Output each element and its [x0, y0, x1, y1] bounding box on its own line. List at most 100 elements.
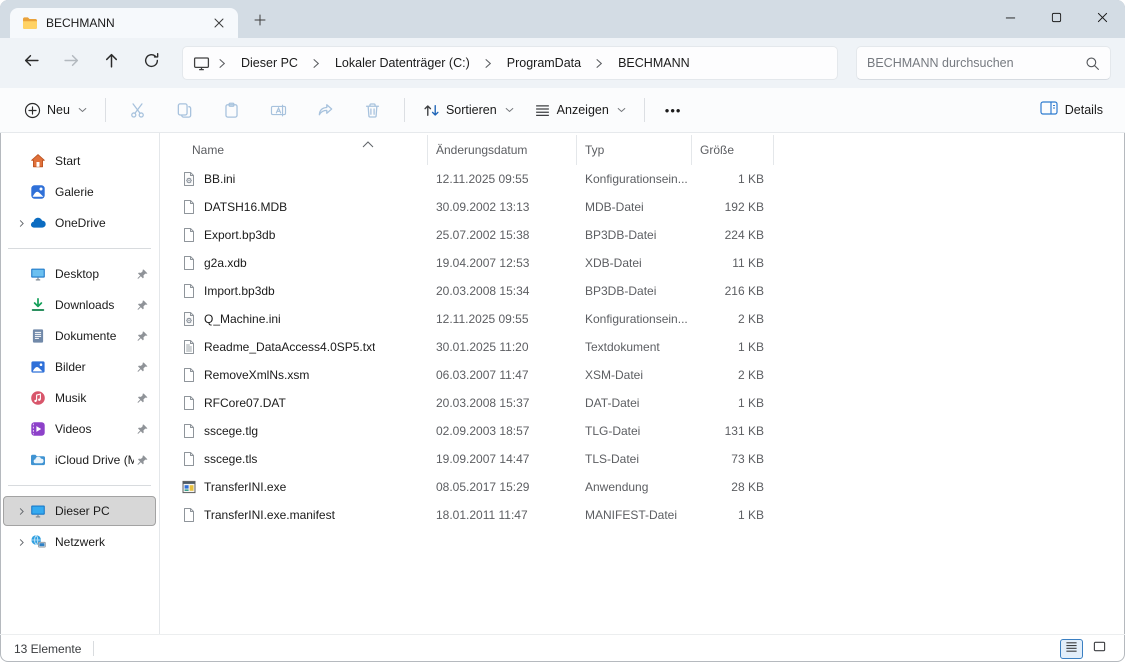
file-date: 19.04.2007 12:53: [428, 256, 577, 270]
column-header-date[interactable]: Änderungsdatum: [428, 135, 577, 165]
table-row[interactable]: sscege.tlg02.09.2003 18:57TLG-Datei131 K…: [176, 417, 1125, 445]
details-pane-button[interactable]: Details: [1032, 95, 1111, 126]
sidebar-item-musik[interactable]: Musik: [3, 383, 156, 413]
maximize-icon: [1051, 10, 1062, 28]
folder-icon: [22, 15, 38, 31]
exe-file-icon: [181, 479, 197, 495]
table-row[interactable]: Readme_DataAccess4.0SP5.txt30.01.2025 11…: [176, 333, 1125, 361]
close-button[interactable]: [1079, 0, 1125, 38]
breadcrumb-chevron-icon[interactable]: [484, 58, 493, 69]
table-row[interactable]: TransferINI.exe.manifest18.01.2011 11:47…: [176, 501, 1125, 529]
table-row[interactable]: RemoveXmlNs.xsm06.03.2007 11:47XSM-Datei…: [176, 361, 1125, 389]
details-label: Details: [1065, 103, 1103, 117]
file-type: Anwendung: [577, 480, 692, 494]
table-row[interactable]: sscege.tls19.09.2007 14:47TLS-Datei73 KB: [176, 445, 1125, 473]
sidebar-item-desktop[interactable]: Desktop: [3, 259, 156, 289]
sidebar-item-galerie[interactable]: Galerie: [3, 177, 156, 207]
icons-view-toggle[interactable]: [1088, 639, 1111, 659]
breadcrumb-segment[interactable]: ProgramData: [499, 52, 589, 74]
share-icon[interactable]: [317, 102, 334, 119]
search-input[interactable]: [867, 56, 1085, 70]
table-row[interactable]: Import.bp3db20.03.2008 15:34BP3DB-Datei2…: [176, 277, 1125, 305]
file-size: 11 KB: [692, 256, 774, 270]
new-label: Neu: [47, 103, 70, 117]
column-label: Größe: [700, 143, 734, 157]
new-tab-button[interactable]: [246, 8, 274, 36]
sidebar-item-videos[interactable]: Videos: [3, 414, 156, 444]
sidebar-item-label: Galerie: [55, 185, 155, 199]
new-button[interactable]: Neu: [14, 96, 97, 125]
table-row[interactable]: Export.bp3db25.07.2002 15:38BP3DB-Datei2…: [176, 221, 1125, 249]
downloads-icon: [30, 297, 46, 313]
file-file-icon: [181, 227, 197, 243]
table-row[interactable]: DATSH16.MDB30.09.2002 13:13MDB-Datei192 …: [176, 193, 1125, 221]
back-button[interactable]: [14, 47, 48, 79]
address-bar[interactable]: Dieser PC Lokaler Datenträger (C:) Program…: [182, 46, 838, 80]
up-icon: [103, 52, 120, 74]
table-row[interactable]: BB.ini12.11.2025 09:55Konfigurationsein.…: [176, 165, 1125, 193]
copy-icon[interactable]: [176, 102, 193, 119]
rename-icon[interactable]: [270, 102, 287, 119]
sidebar-item-icloud-drive-mi[interactable]: iCloud Drive (Mi: [3, 445, 156, 475]
title-bar: BECHMANN: [0, 0, 1125, 38]
breadcrumb-chevron-icon[interactable]: [312, 58, 321, 69]
breadcrumb: Dieser PC Lokaler Datenträger (C:) Program…: [212, 52, 698, 74]
documents-icon: [30, 328, 46, 344]
file-type: DAT-Datei: [577, 396, 692, 410]
expand-chevron-icon[interactable]: [4, 507, 30, 516]
chevron-down-icon: [78, 107, 87, 113]
breadcrumb-chevron-icon[interactable]: [595, 58, 604, 69]
sidebar-item-onedrive[interactable]: OneDrive: [3, 208, 156, 238]
file-file-icon: [181, 199, 197, 215]
sidebar-item-dieser-pc[interactable]: Dieser PC: [3, 496, 156, 526]
up-button[interactable]: [94, 47, 128, 79]
breadcrumb-chevron-icon[interactable]: [218, 58, 227, 69]
table-row[interactable]: RFCore07.DAT20.03.2008 15:37DAT-Datei1 K…: [176, 389, 1125, 417]
delete-icon[interactable]: [364, 102, 381, 119]
sidebar-item-bilder[interactable]: Bilder: [3, 352, 156, 382]
breadcrumb-segment[interactable]: Dieser PC: [233, 52, 306, 74]
maximize-button[interactable]: [1033, 0, 1079, 38]
minimize-button[interactable]: [987, 0, 1033, 38]
breadcrumb-segment[interactable]: Lokaler Datenträger (C:): [327, 52, 478, 74]
file-file-icon: [181, 423, 197, 439]
file-date: 25.07.2002 15:38: [428, 228, 577, 242]
sort-label: Sortieren: [446, 103, 497, 117]
refresh-button[interactable]: [134, 47, 168, 79]
search-box[interactable]: [856, 46, 1111, 80]
table-row[interactable]: Q_Machine.ini12.11.2025 09:55Konfigurati…: [176, 305, 1125, 333]
file-size: 224 KB: [692, 228, 774, 242]
videos-icon: [30, 421, 46, 437]
sidebar-item-start[interactable]: Start: [3, 146, 156, 176]
file-name: sscege.tlg: [204, 424, 258, 438]
column-header-name[interactable]: Name: [176, 135, 428, 165]
sidebar-item-dokumente[interactable]: Dokumente: [3, 321, 156, 351]
file-size: 2 KB: [692, 368, 774, 382]
search-icon: [1085, 56, 1100, 71]
details-view-toggle[interactable]: [1060, 639, 1083, 659]
file-date: 20.03.2008 15:37: [428, 396, 577, 410]
file-explorer-window: BECHMANN Dieser PC Lokaler Datenträger (C…: [0, 0, 1125, 662]
column-header-size[interactable]: Größe: [692, 135, 774, 165]
file-date: 20.03.2008 15:34: [428, 284, 577, 298]
expand-chevron-icon[interactable]: [4, 219, 30, 228]
forward-button[interactable]: [54, 47, 88, 79]
sidebar-item-downloads[interactable]: Downloads: [3, 290, 156, 320]
column-header-type[interactable]: Typ: [577, 135, 692, 165]
tab-close-icon[interactable]: [208, 12, 230, 34]
file-name: sscege.tls: [204, 452, 257, 466]
breadcrumb-segment[interactable]: BECHMANN: [610, 52, 698, 74]
view-button[interactable]: Anzeigen: [524, 96, 636, 125]
sidebar-item-netzwerk[interactable]: Netzwerk: [3, 527, 156, 557]
expand-chevron-icon[interactable]: [4, 538, 30, 547]
file-size: 28 KB: [692, 480, 774, 494]
more-options-button[interactable]: •••: [653, 97, 694, 124]
cut-icon[interactable]: [129, 102, 146, 119]
sort-button[interactable]: Sortieren: [413, 96, 524, 125]
file-date: 02.09.2003 18:57: [428, 424, 577, 438]
table-row[interactable]: g2a.xdb19.04.2007 12:53XDB-Datei11 KB: [176, 249, 1125, 277]
explorer-tab[interactable]: BECHMANN: [10, 8, 238, 38]
paste-icon[interactable]: [223, 102, 240, 119]
txt-file-icon: [181, 339, 197, 355]
table-row[interactable]: TransferINI.exe08.05.2017 15:29Anwendung…: [176, 473, 1125, 501]
